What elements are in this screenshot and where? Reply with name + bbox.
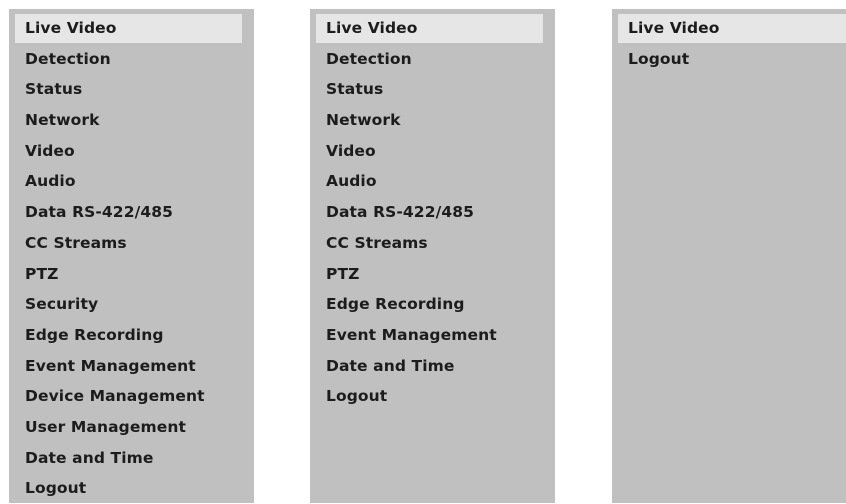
menu-item-label: Video — [25, 141, 75, 160]
menu-item-label: Security — [25, 295, 99, 314]
menu-item-label: Status — [326, 80, 384, 99]
menu-item-label: Live Video — [25, 19, 117, 37]
menu-item-label: Logout — [25, 479, 87, 498]
menu-item-label: Edge Recording — [326, 295, 465, 314]
menu-item-detection[interactable]: Detection — [9, 44, 254, 75]
menu-item-label: PTZ — [25, 264, 59, 283]
menu-item-audio[interactable]: Audio — [310, 166, 555, 197]
menu-item-label: Logout — [326, 387, 388, 406]
menu-item-label: Date and Time — [25, 448, 154, 467]
menu-item-event-management[interactable]: Event Management — [9, 351, 254, 382]
menu-item-video[interactable]: Video — [9, 136, 254, 167]
menu-item-live-video[interactable]: Live Video — [9, 13, 254, 44]
menu-item-label: Data RS-422/485 — [25, 203, 173, 222]
menu-item-video[interactable]: Video — [310, 136, 555, 167]
menu-item-status[interactable]: Status — [310, 74, 555, 105]
menu-item-edge-recording[interactable]: Edge Recording — [9, 320, 254, 351]
menu-item-label: Audio — [326, 172, 377, 191]
menu-item-live-video[interactable]: Live Video — [310, 13, 555, 44]
menu-item-network[interactable]: Network — [310, 105, 555, 136]
menu-item-device-management[interactable]: Device Management — [9, 381, 254, 412]
nav-menu-panel-reduced: Live Video Detection Status Network Video Aud… — [310, 9, 555, 503]
menu-item-cc-streams[interactable]: CC Streams — [9, 228, 254, 259]
menu-item-audio[interactable]: Audio — [9, 166, 254, 197]
menu-item-data-rs-422-485[interactable]: Data RS-422/485 — [310, 197, 555, 228]
menu-item-cc-streams[interactable]: CC Streams — [310, 228, 555, 259]
menu-item-label: Detection — [326, 49, 412, 68]
menu-item-label: Device Management — [25, 387, 205, 406]
nav-menu-panel-full: Live Video Detection Status Network Video Aud… — [9, 9, 254, 503]
menu-item-data-rs-422-485[interactable]: Data RS-422/485 — [9, 197, 254, 228]
menu-item-event-management[interactable]: Event Management — [310, 320, 555, 351]
menu-item-label: Video — [326, 141, 376, 160]
nav-menu-panel-minimal: Live Video Logout — [612, 9, 846, 503]
menu-item-label: Date and Time — [326, 356, 455, 375]
menu-item-label: Live Video — [326, 19, 418, 37]
menu-item-label: User Management — [25, 417, 186, 436]
menu-item-label: Status — [25, 80, 83, 99]
menu-item-date-and-time[interactable]: Date and Time — [310, 351, 555, 382]
menu-item-label: Network — [25, 111, 100, 130]
menu-item-label: Logout — [628, 49, 690, 68]
menu-item-label: Data RS-422/485 — [326, 203, 474, 222]
menu-item-label: Event Management — [25, 356, 196, 375]
menu-item-label: Detection — [25, 49, 111, 68]
menu-item-label: Live Video — [628, 19, 720, 37]
menu-item-live-video[interactable]: Live Video — [612, 13, 846, 44]
menu-item-label: Event Management — [326, 325, 497, 344]
menu-item-date-and-time[interactable]: Date and Time — [9, 443, 254, 474]
nav-menu: Live Video Detection Status Network Video Aud… — [310, 9, 555, 412]
menu-item-edge-recording[interactable]: Edge Recording — [310, 289, 555, 320]
menu-item-label: Edge Recording — [25, 325, 164, 344]
menu-item-label: CC Streams — [25, 233, 127, 252]
menu-item-status[interactable]: Status — [9, 74, 254, 105]
menu-item-detection[interactable]: Detection — [310, 44, 555, 75]
menu-item-network[interactable]: Network — [9, 105, 254, 136]
menu-item-security[interactable]: Security — [9, 289, 254, 320]
menu-item-label: Network — [326, 111, 401, 130]
menu-item-logout[interactable]: Logout — [310, 381, 555, 412]
nav-menu: Live Video Detection Status Network Video Aud… — [9, 9, 254, 504]
menu-item-ptz[interactable]: PTZ — [310, 259, 555, 290]
nav-menu: Live Video Logout — [612, 9, 846, 74]
menu-item-label: CC Streams — [326, 233, 428, 252]
menu-item-logout[interactable]: Logout — [9, 473, 254, 504]
menu-item-label: Audio — [25, 172, 76, 191]
menu-item-ptz[interactable]: PTZ — [9, 259, 254, 290]
menu-item-logout[interactable]: Logout — [612, 44, 846, 75]
menu-item-user-management[interactable]: User Management — [9, 412, 254, 443]
menu-item-label: PTZ — [326, 264, 360, 283]
